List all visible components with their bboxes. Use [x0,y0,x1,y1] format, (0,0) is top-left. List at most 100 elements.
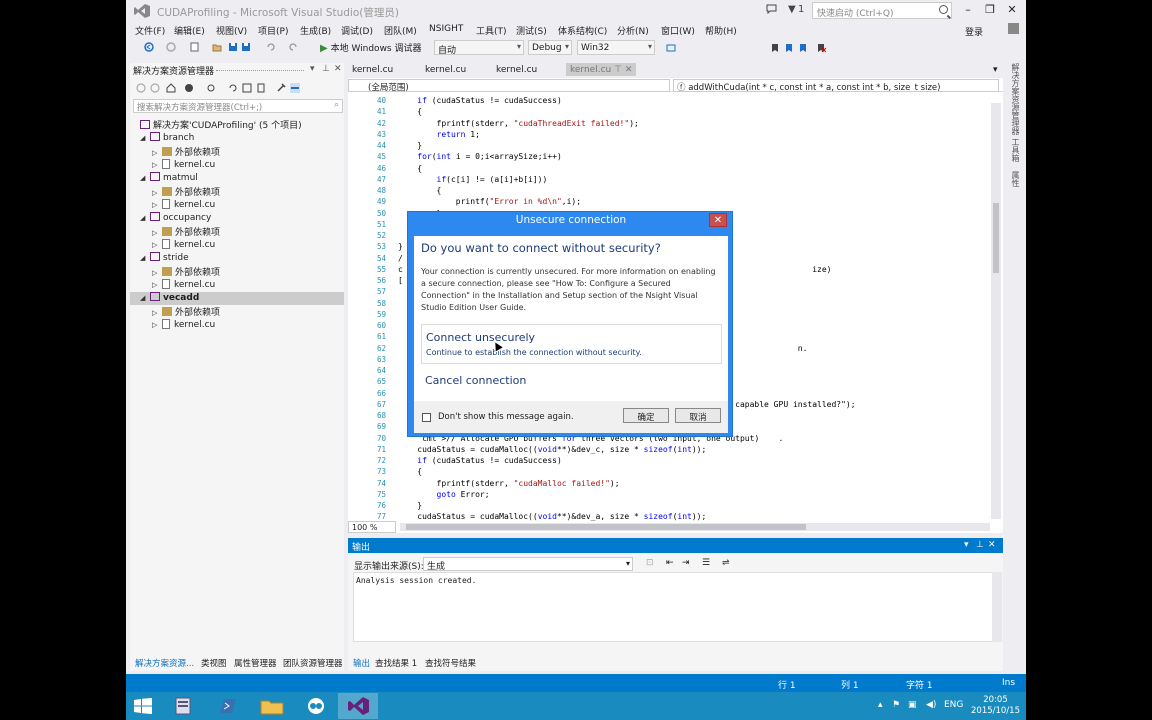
pin-icon[interactable]: ⊤ [614,65,622,75]
show-hidden-icons-icon[interactable]: ▴ [878,700,883,710]
back-icon[interactable] [136,83,146,93]
close-icon[interactable]: ✕ [988,540,996,550]
solution-node[interactable]: 解决方案'CUDAProfiling' (5 个项目) [140,118,302,131]
nsight-monitor-button[interactable] [296,693,336,719]
menu-file[interactable]: 文件(F) [135,24,165,37]
clear-bookmarks-icon[interactable] [816,43,826,53]
file-node[interactable]: ▷ kernel.cu [152,279,215,292]
file-explorer-button[interactable] [252,693,292,719]
expand-arrow-icon[interactable]: ▷ [152,149,162,157]
prev-bookmark-icon[interactable] [784,43,794,53]
menu-analyze[interactable]: 分析(N) [617,24,649,37]
menu-team[interactable]: 团队(M) [384,24,417,37]
tab-properties-side[interactable]: 属性 [1010,171,1021,187]
close-icon[interactable]: ✕ [334,64,342,74]
menu-architecture[interactable]: 体系结构(C) [558,24,607,37]
output-source-dropdown[interactable]: 生成 [423,557,633,572]
pin-icon[interactable]: ⊥ [976,540,984,550]
expand-arrow-icon[interactable]: ▷ [152,161,162,169]
collapse-arrow-icon[interactable]: ◢ [140,254,150,262]
tab-solution-explorer-side[interactable]: 解决方案资源管理器 [1010,63,1021,135]
word-wrap-icon[interactable]: ⇌ [722,558,730,568]
references-node[interactable]: ▷ 外部依赖项 [152,265,220,278]
configuration-dropdown[interactable]: Debug [528,40,572,55]
file-node[interactable]: ▷ kernel.cu [152,159,215,172]
connect-unsecurely-option[interactable]: Connect unsecurely Continue to establish… [421,324,722,364]
close-button[interactable]: ✕ [1004,3,1020,16]
references-node[interactable]: ▷ 外部依赖项 [152,185,220,198]
properties-icon[interactable] [276,83,286,93]
tab-class-view[interactable]: 类视图 [201,657,227,669]
dropdown-icon[interactable]: ▾ [964,540,969,550]
save-icon[interactable] [228,42,238,52]
member-dropdown[interactable]: ⓕ addWithCuda(int * c, const int * a, co… [673,79,999,92]
undo-icon[interactable] [266,42,276,52]
expand-arrow-icon[interactable]: ▷ [152,269,162,277]
collapse-arrow-icon[interactable]: ◢ [140,174,150,182]
expand-arrow-icon[interactable]: ▷ [152,321,162,329]
clock[interactable]: 20:05 2015/10/15 [968,695,1023,717]
notification-icon[interactable] [766,4,777,14]
bookmark-icon[interactable] [770,43,780,53]
forward-icon[interactable] [150,83,160,93]
quick-launch-input[interactable]: 快速启动 (Ctrl+Q) [812,2,952,19]
volume-icon[interactable]: ◀) [926,700,936,710]
file-node[interactable]: ▷ kernel.cu [152,199,215,212]
pending-changes-icon[interactable] [206,83,216,93]
back-icon[interactable] [144,42,154,52]
network-icon[interactable]: ▣ [908,700,917,710]
expand-arrow-icon[interactable]: ▷ [152,201,162,209]
output-text[interactable]: Analysis session created. [353,572,993,642]
ok-button[interactable]: 确定 [623,408,669,423]
editor-vertical-scrollbar[interactable] [991,103,1001,519]
menu-debug[interactable]: 调试(D) [341,24,373,37]
redo-icon[interactable] [288,42,298,52]
expand-arrow-icon[interactable]: ▷ [152,309,162,317]
menu-help[interactable]: 帮助(H) [705,24,737,37]
dropdown-icon[interactable]: ▾ [310,64,315,74]
menu-window[interactable]: 窗口(W) [661,24,695,37]
server-manager-button[interactable] [164,693,204,719]
collapse-arrow-icon[interactable]: ◢ [140,294,150,302]
references-node[interactable]: ▷ 外部依赖项 [152,145,220,158]
pin-icon[interactable]: ⊥ [322,64,330,74]
output-scrollbar[interactable] [992,572,1002,642]
feedback-flag-icon[interactable]: ▼ [788,4,796,15]
tab-property-manager[interactable]: 属性管理器 [234,657,277,669]
start-debugging-button[interactable]: ▶ 本地 Windows 调试器 [320,41,421,54]
tab-output[interactable]: 输出 [353,657,370,669]
minimize-button[interactable]: – [960,3,976,16]
windows-start-icon[interactable] [134,698,152,714]
references-node[interactable]: ▷ 外部依赖项 [152,225,220,238]
menu-test[interactable]: 测试(S) [516,24,547,37]
tab-kernel-3[interactable]: kernel.cu [496,65,537,75]
save-all-icon[interactable] [241,42,251,52]
tab-team-explorer[interactable]: 团队资源管理器 [283,657,343,669]
preview-icon[interactable] [290,83,300,93]
avatar[interactable] [1008,23,1019,34]
powershell-button[interactable] [208,693,248,719]
menu-project[interactable]: 项目(P) [258,24,288,37]
cancel-button[interactable]: 取消 [675,408,721,423]
show-all-files-icon[interactable] [256,83,266,93]
dont-show-checkbox[interactable] [422,413,431,422]
zoom-dropdown[interactable]: 100 % [348,521,396,533]
editor-horizontal-scrollbar[interactable] [400,523,990,531]
menu-view[interactable]: 视图(V) [216,24,247,37]
project-node-occupancy[interactable]: ◢ occupancy [140,212,211,225]
project-node-vecadd[interactable]: ◢ vecadd [130,292,344,305]
file-node[interactable]: ▷ kernel.cu [152,239,215,252]
panel-drag-handle[interactable] [216,70,304,71]
expand-arrow-icon[interactable]: ▷ [152,281,162,289]
scroll-thumb[interactable] [406,524,806,530]
scroll-thumb[interactable] [993,203,999,273]
dialog-close-button[interactable]: ✕ [709,213,727,227]
clear-all-icon[interactable]: ☰ [702,558,710,568]
project-node-branch[interactable]: ◢ branch [140,132,194,145]
tab-toolbox-side[interactable]: 工具箱 [1010,138,1021,162]
menu-nsight[interactable]: NSIGHT [429,24,463,34]
sync-icon[interactable] [184,83,194,93]
menu-tools[interactable]: 工具(T) [476,24,507,37]
signin-link[interactable]: 登录 [965,25,983,38]
find-icon[interactable] [666,43,676,53]
